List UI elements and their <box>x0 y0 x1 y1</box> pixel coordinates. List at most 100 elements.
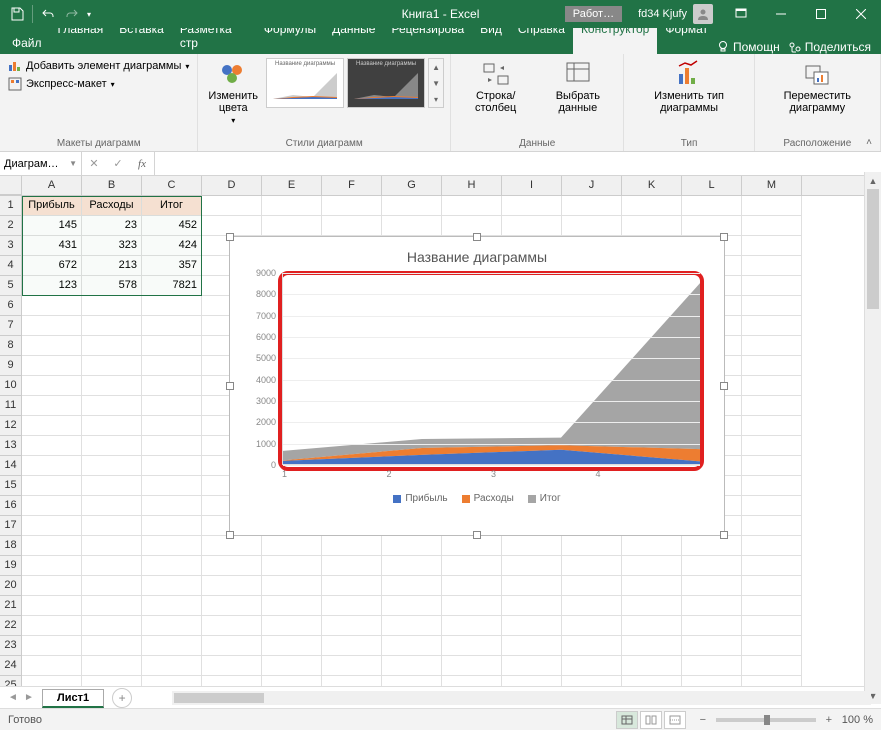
cell[interactable] <box>502 576 562 596</box>
cell[interactable] <box>82 536 142 556</box>
cell[interactable] <box>82 356 142 376</box>
cell[interactable] <box>82 516 142 536</box>
cell[interactable] <box>562 556 622 576</box>
cell[interactable] <box>202 596 262 616</box>
cell[interactable]: 431 <box>22 236 82 256</box>
cell[interactable] <box>202 656 262 676</box>
tab-file[interactable]: Файл <box>4 32 50 54</box>
cell[interactable] <box>202 576 262 596</box>
column-header[interactable]: M <box>742 176 802 195</box>
row-header[interactable]: 15 <box>0 476 22 496</box>
cell[interactable] <box>562 636 622 656</box>
cell[interactable] <box>322 676 382 686</box>
change-colors-button[interactable]: Изменить цвета▾ <box>204 58 262 128</box>
column-header[interactable]: F <box>322 176 382 195</box>
cell[interactable] <box>22 616 82 636</box>
cell[interactable] <box>742 536 802 556</box>
row-header[interactable]: 1 <box>0 196 22 216</box>
cell[interactable] <box>442 656 502 676</box>
add-chart-element-button[interactable]: Добавить элемент диаграммы ▾ <box>6 58 191 74</box>
cell[interactable] <box>502 636 562 656</box>
cell[interactable] <box>682 656 742 676</box>
zoom-slider[interactable] <box>716 718 816 722</box>
cell[interactable] <box>142 616 202 636</box>
legend-item[interactable]: Прибыль <box>393 493 447 504</box>
scroll-thumb[interactable] <box>867 189 879 309</box>
cell[interactable] <box>502 196 562 216</box>
row-header[interactable]: 10 <box>0 376 22 396</box>
cell[interactable] <box>22 536 82 556</box>
cell[interactable] <box>322 196 382 216</box>
maximize-button[interactable] <box>801 0 841 28</box>
cell[interactable] <box>142 496 202 516</box>
cell[interactable] <box>82 556 142 576</box>
cell[interactable] <box>262 596 322 616</box>
cell[interactable] <box>622 596 682 616</box>
cell[interactable] <box>682 536 742 556</box>
row-header[interactable]: 21 <box>0 596 22 616</box>
cell[interactable] <box>82 416 142 436</box>
cell[interactable] <box>142 636 202 656</box>
cell[interactable] <box>382 576 442 596</box>
cell[interactable]: Прибыль <box>22 196 82 216</box>
zoom-slider-thumb[interactable] <box>764 715 770 725</box>
cell[interactable] <box>742 196 802 216</box>
cell[interactable] <box>82 316 142 336</box>
cell[interactable] <box>262 656 322 676</box>
cell[interactable] <box>262 536 322 556</box>
column-header[interactable]: B <box>82 176 142 195</box>
cancel-formula-button[interactable]: ✕ <box>82 152 106 175</box>
cell[interactable] <box>622 676 682 686</box>
cell[interactable] <box>82 376 142 396</box>
zoom-in-button[interactable]: + <box>822 714 836 726</box>
cell[interactable] <box>322 616 382 636</box>
zoom-out-button[interactable]: − <box>696 714 710 726</box>
cell[interactable] <box>502 656 562 676</box>
vertical-scrollbar[interactable]: ▲ ▼ <box>864 172 881 704</box>
select-all-corner[interactable] <box>0 176 22 195</box>
cell[interactable] <box>502 216 562 236</box>
column-header[interactable]: D <box>202 176 262 195</box>
cell[interactable] <box>742 276 802 296</box>
cell[interactable] <box>562 576 622 596</box>
cell[interactable] <box>622 576 682 596</box>
cell[interactable] <box>742 556 802 576</box>
view-page-break-button[interactable] <box>664 711 686 729</box>
cell[interactable] <box>682 636 742 656</box>
cell[interactable] <box>742 516 802 536</box>
insert-function-button[interactable]: fx <box>130 152 154 175</box>
cell[interactable] <box>742 656 802 676</box>
cell[interactable] <box>742 336 802 356</box>
cell[interactable]: 213 <box>82 256 142 276</box>
cell[interactable] <box>142 376 202 396</box>
close-button[interactable] <box>841 0 881 28</box>
cell[interactable] <box>442 196 502 216</box>
cell[interactable] <box>82 396 142 416</box>
cell[interactable] <box>22 396 82 416</box>
cell[interactable] <box>82 476 142 496</box>
cell[interactable] <box>682 216 742 236</box>
gallery-up-button[interactable]: ▲ <box>429 59 443 75</box>
row-header[interactable]: 13 <box>0 436 22 456</box>
cell[interactable]: 23 <box>82 216 142 236</box>
cell[interactable] <box>82 616 142 636</box>
chart-style-1[interactable]: Название диаграммы <box>266 58 344 108</box>
cell[interactable] <box>622 636 682 656</box>
cell[interactable] <box>682 616 742 636</box>
cell[interactable] <box>322 656 382 676</box>
cell[interactable] <box>742 376 802 396</box>
zoom-level-label[interactable]: 100 % <box>842 714 873 726</box>
cell[interactable] <box>442 636 502 656</box>
sheet-nav-next[interactable]: ► <box>22 692 36 703</box>
row-header[interactable]: 23 <box>0 636 22 656</box>
column-header[interactable]: A <box>22 176 82 195</box>
cell[interactable] <box>142 416 202 436</box>
gallery-down-button[interactable]: ▼ <box>429 75 443 91</box>
cell[interactable] <box>682 576 742 596</box>
cell[interactable] <box>622 216 682 236</box>
legend-item[interactable]: Расходы <box>462 493 514 504</box>
column-header[interactable]: L <box>682 176 742 195</box>
cell[interactable] <box>22 656 82 676</box>
cell[interactable] <box>682 196 742 216</box>
cell[interactable]: Расходы <box>82 196 142 216</box>
